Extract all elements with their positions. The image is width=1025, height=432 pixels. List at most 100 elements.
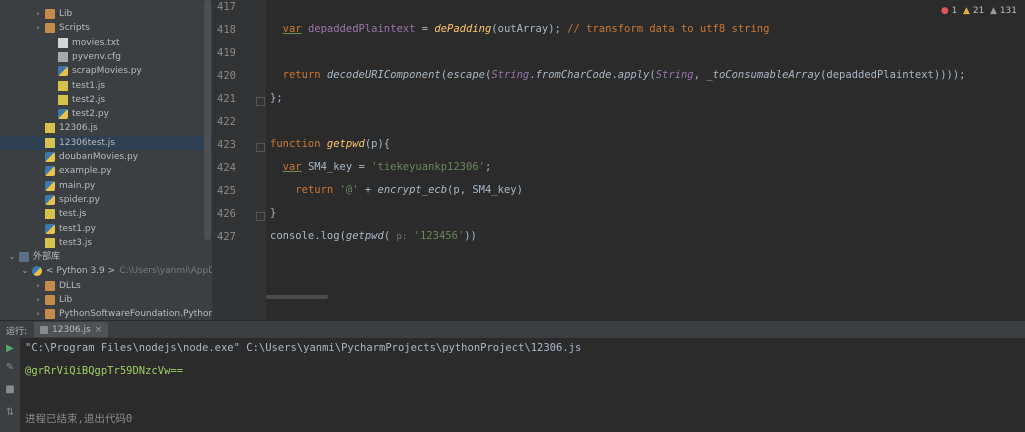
code-line-425[interactable]: return '@' + encrypt_ecb(p, SM4_key) (270, 184, 523, 196)
tree-item[interactable]: test1.py (0, 222, 212, 236)
tree-item[interactable]: 12306test.js (0, 135, 212, 150)
tree-item[interactable]: ⌄ 外部库 (0, 250, 212, 264)
console-line: 进程已结束,退出代码0 (25, 413, 133, 425)
tree-item-path: C:\Users\yanmi\AppData (119, 266, 212, 277)
line-number: 417 (217, 1, 236, 13)
line-number: 420 (217, 70, 236, 82)
chevron-right-icon[interactable]: › (33, 21, 43, 35)
console-line: @grRrViQiBQgpTr59DNzcVw== (25, 365, 184, 377)
tree-item-label: doubanMovies.py (59, 152, 139, 162)
python-file-icon (45, 194, 55, 205)
js-file-icon (45, 237, 55, 248)
tree-item-label: 12306test.js (59, 137, 115, 148)
tree-scrollbar[interactable] (204, 0, 211, 240)
folder-icon (45, 309, 55, 320)
run-console-output[interactable]: "C:\Program Files\nodejs\node.exe" C:\Us… (20, 338, 1025, 432)
chevron-right-icon[interactable]: › (33, 7, 43, 21)
run-tab-12306[interactable]: 12306.js × (34, 322, 109, 337)
chevron-right-icon[interactable]: › (33, 279, 43, 293)
tree-item[interactable]: › Scripts (0, 21, 212, 35)
library-icon (19, 252, 29, 263)
code-line-418[interactable]: var depaddedPlaintext = dePadding(outArr… (270, 23, 770, 35)
tree-item-label: scrapMovies.py (72, 66, 142, 77)
folder-icon (45, 295, 55, 305)
line-number: 425 (217, 185, 236, 197)
inspection-widget[interactable]: ● 1 ▲ 21 ▲ 131 (941, 6, 1017, 16)
tree-item-label: 12306.js (59, 123, 98, 134)
weak-warning-icon: ▲ (990, 6, 997, 16)
line-number: 418 (217, 24, 236, 36)
tree-item-label: Scripts (59, 23, 90, 34)
tree-item[interactable]: › PythonSoftwareFoundation.Python.3. (0, 307, 212, 320)
close-icon[interactable]: × (95, 325, 103, 335)
code-line-426[interactable]: } (270, 207, 276, 219)
stop-icon[interactable]: ■ (5, 385, 15, 395)
tree-item[interactable]: pyvenv.cfg (0, 50, 212, 64)
python-file-icon (45, 152, 55, 162)
python-file-icon (45, 223, 55, 234)
tree-item[interactable]: doubanMovies.py (0, 150, 212, 164)
chevron-right-icon[interactable]: › (33, 293, 43, 307)
tree-item-label: 外部库 (33, 252, 61, 263)
code-line-427[interactable]: console.log(getpwd( p: '123456')) (270, 230, 477, 242)
fold-marker-icon[interactable] (256, 97, 265, 106)
code-line-424[interactable]: var SM4_key = 'tiekeyuankp12306'; (270, 161, 492, 173)
python-file-icon (45, 166, 55, 177)
tree-item[interactable]: main.py (0, 179, 212, 193)
code-line-420[interactable]: return decodeURIComponent(escape(String.… (270, 69, 966, 81)
run-panel-title: 运行: (6, 327, 28, 337)
tree-item[interactable]: scrapMovies.py (0, 64, 212, 78)
line-number: 419 (217, 47, 236, 59)
chevron-down-icon[interactable]: ⌄ (20, 264, 30, 278)
code-editor[interactable]: ● 1 ▲ 21 ▲ 131 var depaddedPlaintext = d… (266, 0, 1025, 320)
chevron-right-icon[interactable]: › (33, 307, 43, 320)
tree-item[interactable]: › Lib (0, 7, 212, 21)
run-tab-label: 12306.js (52, 324, 91, 335)
tree-item-label: spider.py (59, 194, 100, 205)
project-tree[interactable]: › Lib › Scripts movies.txt pyvenv.cfg scrapMov… (0, 0, 212, 320)
tree-item-label: test2.js (72, 94, 106, 105)
fold-marker-icon[interactable] (256, 143, 265, 152)
tree-item[interactable]: test2.py (0, 107, 212, 121)
fold-marker-icon[interactable] (256, 212, 265, 221)
code-line-423[interactable]: function getpwd(p){ (270, 138, 390, 150)
text-file-icon (58, 37, 68, 48)
run-icon[interactable]: ▶ (5, 344, 15, 354)
run-toolbar: ▶ ✎ ■ ⇅ (0, 338, 20, 432)
tree-item[interactable]: test1.js (0, 79, 212, 93)
tree-item[interactable]: › DLLs (0, 279, 212, 293)
tree-item[interactable]: test.js (0, 207, 212, 221)
run-tool-window-header: 运行: 12306.js × (0, 320, 1025, 339)
tree-item-label: test1.py (59, 223, 96, 234)
tree-item-label: test2.py (72, 109, 109, 120)
tree-item[interactable]: 12306.js (0, 121, 212, 135)
tree-item[interactable]: ⌄ < Python 3.9 >C:\Users\yanmi\AppData (0, 264, 212, 278)
warning-icon: ▲ (963, 6, 970, 16)
line-number: 426 (217, 208, 236, 220)
tree-item[interactable]: movies.txt (0, 36, 212, 50)
tree-item[interactable]: test3.js (0, 236, 212, 250)
config-file-icon (58, 51, 68, 62)
tree-item[interactable]: › Lib (0, 293, 212, 307)
tree-item-label: PythonSoftwareFoundation.Python.3. (59, 309, 212, 320)
python-icon (32, 266, 42, 277)
warning-count: 21 (972, 6, 985, 16)
wrench-icon[interactable]: ✎ (5, 363, 15, 373)
sort-icon[interactable]: ⇅ (5, 408, 15, 418)
python-file-icon (58, 109, 68, 120)
error-count: 1 (951, 6, 958, 16)
tree-item[interactable]: example.py (0, 164, 212, 178)
line-number: 424 (217, 162, 236, 174)
js-file-icon (58, 80, 68, 91)
tree-item[interactable]: spider.py (0, 193, 212, 207)
folder-icon (45, 23, 55, 34)
tree-item-label: test3.js (59, 237, 93, 248)
tree-item[interactable]: test2.js (0, 93, 212, 107)
code-line-421[interactable]: }; (270, 92, 283, 104)
folder-icon (45, 280, 55, 291)
tree-item-label: DLLs (59, 280, 81, 291)
chevron-down-icon[interactable]: ⌄ (7, 250, 17, 264)
editor-horizontal-scrollbar[interactable] (266, 295, 328, 299)
tree-item-label: Lib (59, 9, 73, 19)
line-number: 422 (217, 116, 236, 128)
